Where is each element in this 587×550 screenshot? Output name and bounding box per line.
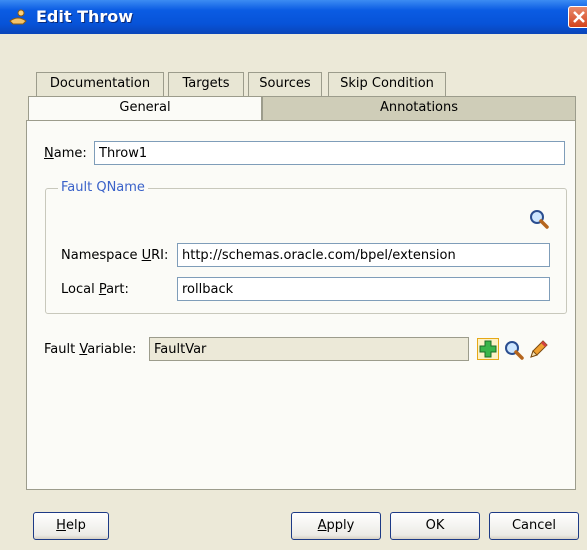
tab-targets[interactable]: Targets: [168, 72, 244, 96]
tab-sources[interactable]: Sources: [248, 72, 322, 96]
fault-variable-label: Fault Variable:: [44, 342, 137, 357]
namespace-uri-input[interactable]: [177, 243, 550, 267]
cancel-button[interactable]: Cancel: [489, 512, 579, 540]
tab-documentation[interactable]: Documentation: [36, 72, 164, 96]
close-icon[interactable]: [568, 6, 587, 28]
local-part-input[interactable]: [177, 277, 550, 301]
edit-icon[interactable]: [527, 339, 549, 361]
name-input[interactable]: [94, 141, 565, 165]
search-icon[interactable]: [528, 208, 550, 230]
apply-button[interactable]: Apply: [291, 512, 381, 540]
fault-qname-legend: Fault QName: [58, 180, 148, 195]
window-icon: [8, 7, 28, 27]
window-title: Edit Throw: [36, 7, 134, 26]
tab-general[interactable]: General: [28, 96, 262, 122]
fault-variable-input[interactable]: [149, 337, 469, 361]
local-part-label: Local Part:: [61, 282, 129, 297]
name-label: Name:: [44, 146, 87, 161]
tab-annotations[interactable]: Annotations: [262, 96, 576, 120]
add-icon[interactable]: [477, 338, 499, 360]
help-button[interactable]: Help: [33, 512, 109, 540]
browse-icon[interactable]: [503, 339, 525, 361]
edit-throw-dialog: Edit Throw Documentation Targets Sources…: [0, 0, 587, 550]
ok-button[interactable]: OK: [390, 512, 480, 540]
title-bar[interactable]: Edit Throw: [0, 0, 587, 34]
tab-skip-condition[interactable]: Skip Condition: [328, 72, 446, 96]
namespace-uri-label: Namespace URI:: [61, 248, 169, 263]
